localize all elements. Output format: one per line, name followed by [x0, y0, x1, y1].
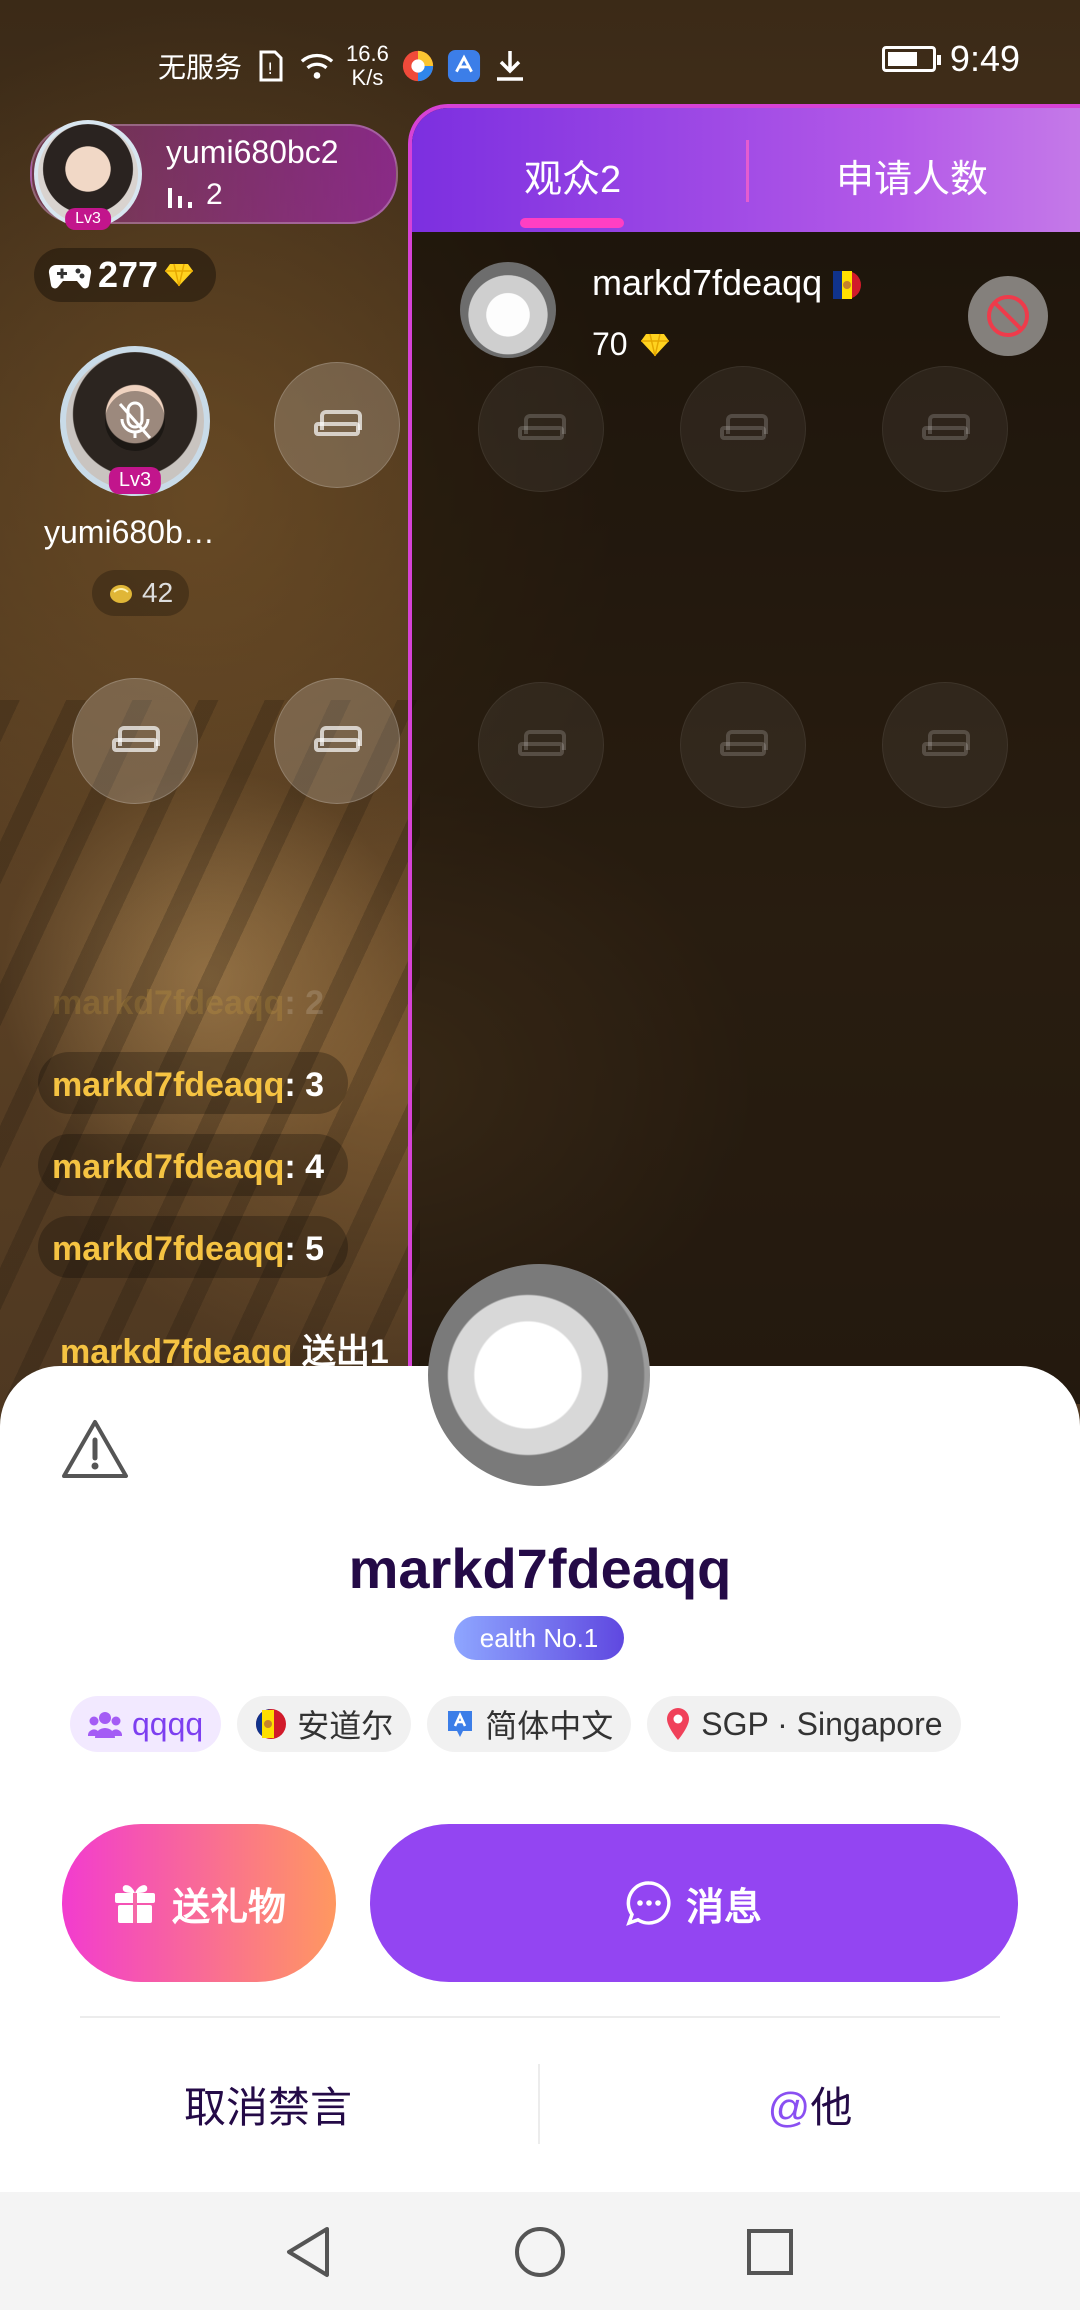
home-icon[interactable] [510, 2222, 570, 2282]
chat-message-faded: markd7fdeaqq: 2 [52, 984, 325, 1022]
profile-name: markd7fdeaqq [348, 1537, 732, 1600]
no-service-label: 无服务 [158, 52, 243, 83]
signal-bars-icon [168, 188, 192, 208]
wealth-rank-badge: ealth No.1 [454, 1616, 624, 1660]
tab-divider [746, 140, 749, 202]
chat-message[interactable]: markd7fdeaqq: 4 [52, 1148, 324, 1187]
family-icon [88, 1712, 122, 1738]
mic-seat-6-empty[interactable] [274, 678, 400, 804]
browser-app-icon [401, 49, 435, 83]
mic-seat-1-occupied[interactable]: Lv3 [60, 346, 210, 496]
country-tag[interactable]: 安道尔 [237, 1696, 412, 1752]
audience-panel: 观众2 申请人数 markd7fdeaqq 70 [408, 104, 1080, 1404]
host-level-badge: Lv3 [65, 208, 111, 230]
user-profile-sheet [0, 1366, 1080, 2192]
tiger-pattern [0, 700, 420, 1400]
sim-icon: ! [254, 49, 288, 83]
download-icon [493, 49, 527, 83]
ban-button[interactable] [968, 276, 1048, 356]
gamepad-icon [48, 264, 92, 289]
diamond-icon [640, 333, 669, 356]
sofa-icon [314, 410, 362, 440]
audience-tabs: 观众2 申请人数 [412, 108, 1080, 232]
host-info-card[interactable]: Lv3 yumi680bc2 2 [30, 120, 398, 230]
bean-icon [110, 585, 132, 603]
profile-tags: qqqq 安道尔 简体中文 SGP · Singapore [70, 1696, 961, 1752]
audience-avatar[interactable] [460, 262, 556, 358]
system-navigation-bar [0, 2192, 1080, 2310]
status-bar: 无服务 ! 16.6 K/s 9:49 [0, 0, 1080, 120]
mic-seat-2-empty[interactable] [274, 362, 400, 488]
tab-applicants[interactable]: 申请人数 [836, 148, 988, 203]
language-tag[interactable]: 简体中文 [427, 1696, 632, 1752]
andorra-flag-icon [833, 271, 862, 300]
chat-message[interactable]: markd7fdeaqq: 5 [52, 1230, 324, 1269]
sofa-icon [720, 414, 768, 444]
svg-text:!: ! [267, 59, 273, 78]
mic-seat-1-score: 42 [92, 570, 190, 616]
room-coins-pill[interactable]: 277 [34, 248, 217, 302]
back-icon[interactable] [278, 2222, 338, 2282]
mic-muted-icon [105, 391, 165, 451]
sofa-icon [922, 730, 970, 760]
sofa-icon [112, 726, 160, 756]
audience-row[interactable]: markd7fdeaqq 70 [412, 232, 1080, 372]
gift-icon [114, 1885, 155, 1923]
tab-audience[interactable]: 观众2 [524, 148, 621, 203]
panel-seat-empty[interactable] [478, 682, 604, 808]
mic-seat-1-name: yumi680b… [44, 514, 215, 550]
clock: 9:49 [949, 38, 1020, 79]
audience-name: markd7fdeaqq [592, 262, 862, 304]
wifi-icon [300, 49, 334, 83]
sofa-icon [922, 414, 970, 444]
panel-seat-empty[interactable] [478, 366, 604, 492]
panel-seat-empty[interactable] [680, 366, 806, 492]
host-avatar[interactable]: Lv3 [34, 120, 142, 230]
active-tab-indicator [520, 218, 624, 228]
sofa-icon [314, 726, 362, 756]
location-tag[interactable]: SGP · Singapore [647, 1696, 961, 1752]
sofa-icon [518, 730, 566, 760]
divider [80, 2016, 1000, 2018]
language-icon [448, 1711, 473, 1737]
diamond-icon [165, 263, 194, 287]
send-gift-button[interactable]: 送礼物 [62, 1824, 336, 1982]
app-store-icon [447, 49, 481, 83]
profile-avatar[interactable] [428, 1264, 650, 1486]
message-button[interactable]: 消息 [370, 1824, 1018, 1982]
panel-seat-empty[interactable] [882, 366, 1008, 492]
host-name: yumi680bc2 [166, 134, 339, 170]
report-warning-icon[interactable] [60, 1418, 130, 1482]
panel-seat-empty[interactable] [882, 682, 1008, 808]
divider [538, 2064, 540, 2144]
sofa-icon [720, 730, 768, 760]
mic-seat-5-empty[interactable] [72, 678, 198, 804]
host-listener-count: 2 [166, 178, 223, 212]
recent-apps-icon[interactable] [740, 2222, 800, 2282]
audience-score: 70 [592, 326, 670, 363]
ban-icon [987, 295, 1029, 337]
network-speed: 16.6 K/s [346, 41, 389, 90]
chat-message[interactable]: markd7fdeaqq: 3 [52, 1066, 324, 1105]
family-tag[interactable]: qqqq [70, 1696, 222, 1752]
andorra-flag-icon [256, 1709, 287, 1739]
battery-icon [881, 46, 941, 72]
mention-button[interactable]: @他 [660, 2074, 960, 2135]
sofa-icon [518, 414, 566, 444]
location-pin-icon [667, 1708, 690, 1740]
panel-seat-empty[interactable] [680, 682, 806, 808]
unmute-button[interactable]: 取消禁言 [118, 2074, 418, 2135]
chat-bubble-icon [626, 1881, 671, 1926]
mic-level-badge: Lv3 [108, 467, 162, 494]
